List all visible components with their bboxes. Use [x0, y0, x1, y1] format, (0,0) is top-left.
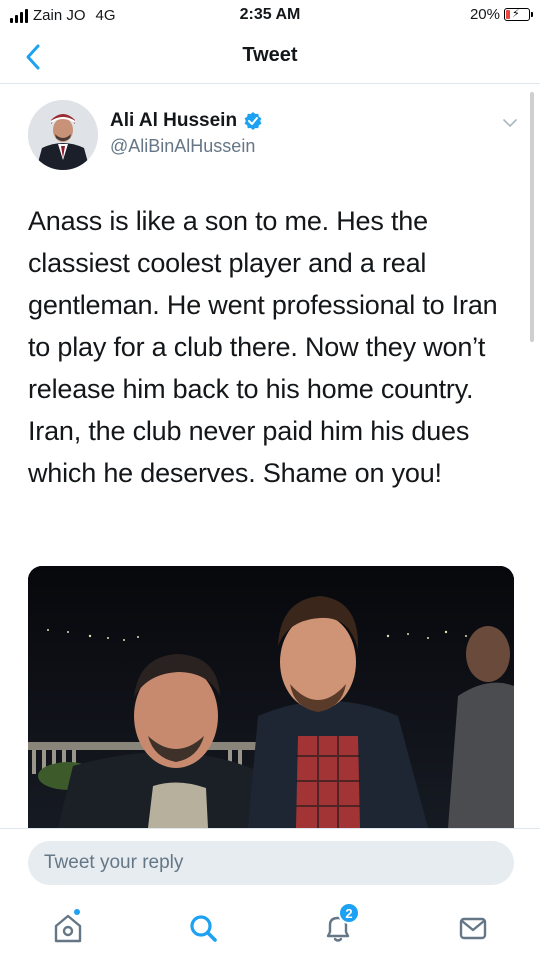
tab-messages[interactable]	[453, 908, 493, 948]
tab-home[interactable]	[48, 908, 88, 948]
status-bar: Zain JO 4G 2:35 AM 20% ⚡	[0, 0, 540, 32]
charging-bolt-icon: ⚡	[512, 8, 520, 20]
bottom-tab-bar: 2	[0, 894, 540, 960]
home-icon	[54, 909, 82, 943]
verified-badge-icon	[244, 112, 262, 130]
status-time: 2:35 AM	[239, 6, 301, 23]
scrollbar[interactable]	[530, 92, 534, 342]
author-name: Ali Al Hussein	[110, 110, 238, 131]
author-handle[interactable]: @AliBinAlHussein	[110, 136, 255, 157]
tab-search[interactable]	[183, 908, 223, 948]
tweet-text: Anass is like a son to me. Hes the class…	[28, 206, 498, 488]
nav-header: Tweet	[0, 32, 540, 84]
tab-notifications[interactable]: 2	[318, 902, 360, 948]
author-name-row[interactable]: Ali Al Hussein	[110, 110, 263, 132]
battery-percent: 20%	[469, 6, 500, 23]
battery-level-fill	[506, 10, 510, 19]
search-icon	[190, 915, 217, 942]
notifications-badge: 2	[338, 902, 360, 924]
avatar-photo	[28, 100, 98, 170]
messages-icon	[459, 917, 487, 940]
status-right: 20% ⚡	[469, 6, 533, 23]
chevron-down-icon	[503, 119, 517, 127]
tweet-options-button[interactable]	[500, 113, 520, 133]
avatar[interactable]	[28, 100, 98, 170]
reply-bar	[0, 828, 540, 894]
tweet-photo[interactable]	[28, 566, 514, 828]
page-title: Tweet	[242, 44, 298, 66]
photo-two-men-night	[28, 566, 514, 828]
reply-input[interactable]	[28, 841, 514, 885]
battery-icon: ⚡	[504, 8, 533, 21]
